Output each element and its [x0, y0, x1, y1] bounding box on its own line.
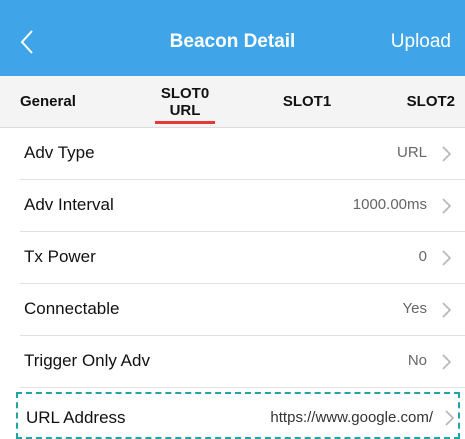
- row-tx-power[interactable]: Tx Power 0: [0, 232, 465, 284]
- row-label: Connectable: [24, 299, 120, 318]
- active-tab-indicator: [155, 121, 215, 124]
- tab-slot2[interactable]: SLOT2: [370, 76, 455, 127]
- chevron-right-icon: [442, 198, 451, 214]
- row-value: Yes: [402, 300, 427, 317]
- row-value: No: [407, 352, 427, 369]
- tab-sublabel: URL: [169, 101, 201, 119]
- chevron-right-icon: [442, 302, 451, 318]
- row-label: Adv Interval: [24, 195, 114, 214]
- row-adv-interval[interactable]: Adv Interval 1000.00ms: [0, 180, 465, 232]
- tab-label: SLOT2: [406, 93, 455, 110]
- chevron-right-icon: [442, 354, 451, 370]
- divider: [20, 387, 465, 388]
- upload-button[interactable]: Upload: [391, 31, 451, 53]
- back-button[interactable]: [20, 29, 44, 59]
- row-adv-type[interactable]: Adv Type URL: [0, 128, 465, 180]
- chevron-right-icon: [442, 146, 451, 162]
- row-url-address[interactable]: URL Address https://www.google.com/: [16, 392, 460, 439]
- tab-slot1[interactable]: SLOT1: [262, 76, 352, 127]
- row-label: Tx Power: [24, 247, 96, 266]
- row-value: https://www.google.com/: [270, 409, 433, 426]
- chevron-right-icon: [445, 410, 454, 426]
- row-trigger-only-adv[interactable]: Trigger Only Adv No: [0, 336, 465, 388]
- slot-tabs: General SLOT0 URL SLOT1 SLOT2: [0, 76, 465, 128]
- tab-slot0[interactable]: SLOT0 URL: [140, 76, 230, 127]
- row-label: Trigger Only Adv: [24, 351, 150, 370]
- row-value: 1000.00ms: [352, 196, 427, 213]
- tab-label: SLOT1: [282, 93, 332, 110]
- tab-label: General: [20, 93, 76, 110]
- nav-bar: Beacon Detail Upload: [0, 0, 465, 88]
- tab-general[interactable]: General: [20, 76, 120, 127]
- row-label: URL Address: [26, 408, 126, 427]
- row-label: Adv Type: [24, 143, 95, 162]
- tab-label: SLOT0: [160, 84, 210, 102]
- row-value: URL: [396, 144, 427, 161]
- row-value: 0: [418, 248, 427, 265]
- row-connectable[interactable]: Connectable Yes: [0, 284, 465, 336]
- chevron-left-icon: [20, 30, 33, 54]
- chevron-right-icon: [442, 250, 451, 266]
